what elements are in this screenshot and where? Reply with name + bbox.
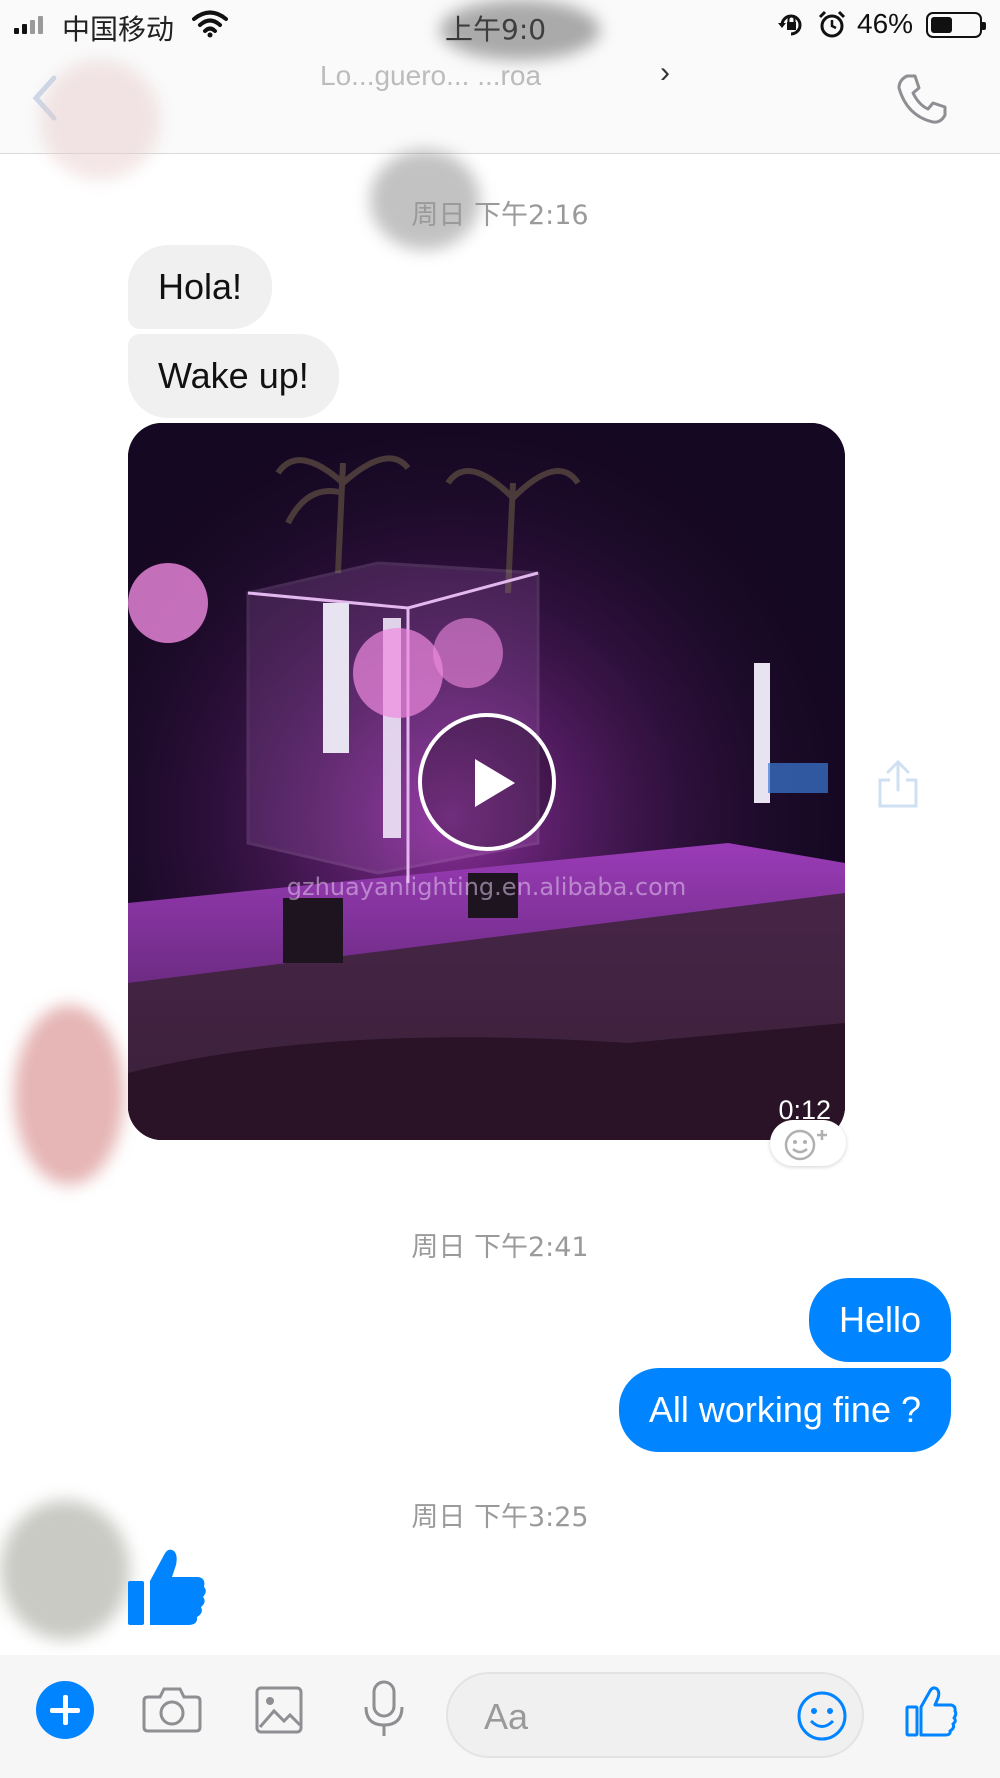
outgoing-message-bubble[interactable]: Hello — [808, 1278, 951, 1362]
microphone-icon[interactable] — [362, 1679, 406, 1739]
battery-level — [931, 17, 952, 33]
alarm-icon — [818, 10, 846, 38]
play-icon[interactable] — [418, 713, 556, 851]
video-message[interactable]: gzhuayanlighting.en.alibaba.com 0:12 — [128, 423, 845, 1140]
signal-icon — [14, 14, 43, 34]
thumbs-up-icon[interactable] — [904, 1685, 958, 1739]
redaction-smudge — [40, 60, 160, 180]
message-timestamp: 周日 下午2:16 — [411, 200, 589, 231]
image-icon[interactable] — [254, 1683, 304, 1735]
add-reaction-icon[interactable] — [770, 1120, 846, 1166]
thumbs-up-icon[interactable] — [124, 1545, 210, 1631]
redaction-smudge — [14, 1005, 124, 1185]
message-timestamp: 周日 下午2:41 — [411, 1232, 589, 1263]
incoming-message-bubble[interactable]: Hola! — [128, 245, 273, 329]
camera-icon[interactable] — [142, 1683, 202, 1735]
message-input-placeholder: Aa — [484, 1696, 529, 1737]
share-icon[interactable] — [876, 758, 920, 810]
outgoing-message-bubble[interactable]: All working fine ? — [618, 1368, 951, 1452]
plus-icon[interactable] — [36, 1681, 94, 1739]
incoming-message-bubble[interactable]: Wake up! — [128, 334, 339, 418]
video-watermark: gzhuayanlighting.en.alibaba.com — [286, 873, 687, 901]
message-composer: Aa — [0, 1655, 1000, 1778]
battery-icon — [926, 12, 986, 38]
battery-percent: 46% — [857, 8, 914, 39]
contact-name[interactable]: Lo...guero... ...roa — [320, 60, 541, 92]
carrier-name: 中国移动 — [62, 13, 175, 46]
phone-icon[interactable] — [895, 72, 949, 126]
chevron-right-icon[interactable]: › — [660, 56, 670, 90]
emoji-icon[interactable] — [796, 1690, 848, 1742]
message-input[interactable]: Aa — [446, 1672, 864, 1758]
redaction-smudge — [440, 0, 600, 60]
lock-rotation-icon — [778, 14, 802, 36]
message-timestamp: 周日 下午3:25 — [411, 1502, 589, 1533]
wifi-icon — [192, 10, 228, 38]
